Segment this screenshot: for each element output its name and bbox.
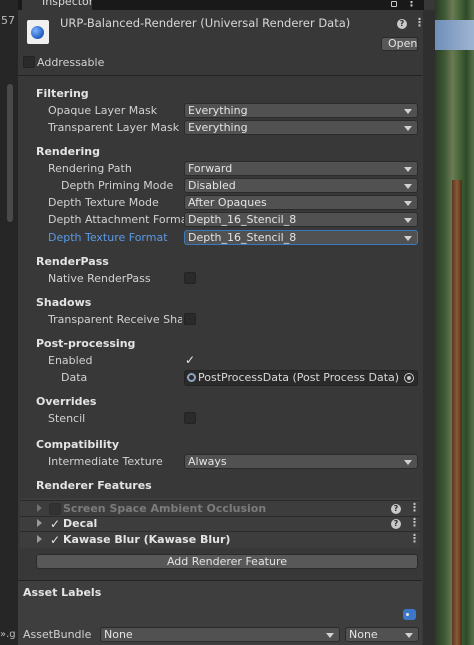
label-tag-icon-hole <box>406 613 409 616</box>
addressable-checkbox[interactable] <box>23 56 35 68</box>
scene-view-tree-trunk <box>452 180 462 645</box>
stencil-label: Stencil <box>48 412 86 425</box>
postprocessing-header: Post-processing <box>36 337 136 350</box>
compatibility-header: Compatibility <box>36 438 120 451</box>
postprocess-asset-icon <box>187 373 196 382</box>
asset-icon-sphere <box>31 26 44 39</box>
renderer-features-header: Renderer Features <box>36 479 152 492</box>
depth-attachment-format-label: Depth Attachment Format <box>48 213 192 226</box>
depth-texture-format-dropdown[interactable]: Depth_16_Stencil_8 <box>184 230 418 245</box>
feature-kawase-menu-icon[interactable]: ⋮ <box>409 533 420 544</box>
addressable-label: Addressable <box>37 56 105 69</box>
native-renderpass-checkbox[interactable] <box>184 272 196 284</box>
scene-view-sky <box>435 20 474 50</box>
intermediate-texture-label: Intermediate Texture <box>48 455 163 468</box>
depth-priming-mode-label: Depth Priming Mode <box>61 179 174 192</box>
depth-attachment-format-dropdown[interactable]: Depth_16_Stencil_8 <box>184 212 418 227</box>
opaque-layer-mask-label: Opaque Layer Mask <box>48 104 158 117</box>
open-button-label: Open <box>388 37 418 50</box>
help-icon[interactable]: ? <box>397 19 407 29</box>
header-separator <box>18 75 422 76</box>
left-strip-number: 57 <box>1 14 15 27</box>
depth-texture-mode-label: Depth Texture Mode <box>48 196 159 209</box>
feature-foldout-arrow[interactable] <box>37 504 42 512</box>
postprocessing-enabled-label: Enabled <box>48 354 93 367</box>
transparent-layer-mask-label: Transparent Layer Mask <box>48 121 180 134</box>
intermediate-texture-dropdown[interactable]: Always <box>184 454 418 469</box>
assetbundle-variant-dropdown[interactable]: None <box>345 627 419 642</box>
rendering-path-label: Rendering Path <box>48 162 132 175</box>
filtering-header: Filtering <box>36 87 89 100</box>
depth-texture-mode-dropdown[interactable]: After Opaques <box>184 195 418 210</box>
transparent-receive-shadows-label: Transparent Receive Shado <box>48 313 182 326</box>
inspector-tab-label: Inspector <box>42 0 94 8</box>
asset-labels-header: Asset Labels <box>23 586 102 599</box>
feature-kawase-label: Kawase Blur (Kawase Blur) <box>63 533 231 546</box>
object-picker-icon-dot <box>407 376 411 380</box>
shadows-header: Shadows <box>36 296 92 309</box>
tab-menu-icon[interactable]: ⋮ <box>406 0 417 8</box>
feature-kawase-checkbox[interactable]: ✓ <box>48 534 62 547</box>
lock-icon[interactable] <box>391 1 397 7</box>
asset-menu-icon[interactable]: ⋮ <box>414 17 425 28</box>
asset-title: URP-Balanced-Renderer (Universal Rendere… <box>60 16 351 30</box>
stencil-checkbox[interactable] <box>184 412 196 424</box>
feature-ssao-checkbox[interactable] <box>49 503 61 515</box>
depth-priming-mode-dropdown[interactable]: Disabled <box>184 178 418 193</box>
transparent-layer-mask-dropdown[interactable]: Everything <box>184 120 418 135</box>
feature-ssao-help-icon[interactable]: ? <box>391 504 401 514</box>
left-strip-scrollbar[interactable] <box>7 84 13 222</box>
feature-foldout-arrow[interactable] <box>37 535 42 543</box>
feature-decal-menu-icon[interactable]: ⋮ <box>409 517 420 528</box>
feature-decal-checkbox[interactable]: ✓ <box>48 518 62 531</box>
depth-texture-format-label: Depth Texture Format <box>48 231 168 244</box>
renderpass-header: RenderPass <box>36 255 109 268</box>
postprocessing-enabled-checkbox[interactable]: ✓ <box>183 354 197 367</box>
inspector-scrollbar[interactable] <box>423 10 435 645</box>
postprocessing-data-value: PostProcessData (Post Process Data) <box>198 371 400 384</box>
transparent-receive-shadows-checkbox[interactable] <box>184 313 196 325</box>
native-renderpass-label: Native RenderPass <box>48 272 151 285</box>
opaque-layer-mask-dropdown[interactable]: Everything <box>184 103 418 118</box>
feature-ssao-menu-icon[interactable]: ⋮ <box>409 502 420 513</box>
assetbundle-dropdown[interactable]: None <box>100 627 340 642</box>
left-strip-bottom-text: ».g <box>0 629 16 640</box>
postprocessing-data-label: Data <box>61 371 88 384</box>
feature-decal-label: Decal <box>63 517 98 530</box>
assetbundle-label: AssetBundle <box>23 628 92 641</box>
feature-decal-help-icon[interactable]: ? <box>391 519 401 529</box>
rendering-header: Rendering <box>36 145 100 158</box>
label-tag-icon[interactable] <box>403 609 416 620</box>
rendering-path-dropdown[interactable]: Forward <box>184 161 418 176</box>
add-renderer-feature-label: Add Renderer Feature <box>166 555 288 568</box>
overrides-header: Overrides <box>36 395 97 408</box>
feature-foldout-arrow[interactable] <box>37 519 42 527</box>
